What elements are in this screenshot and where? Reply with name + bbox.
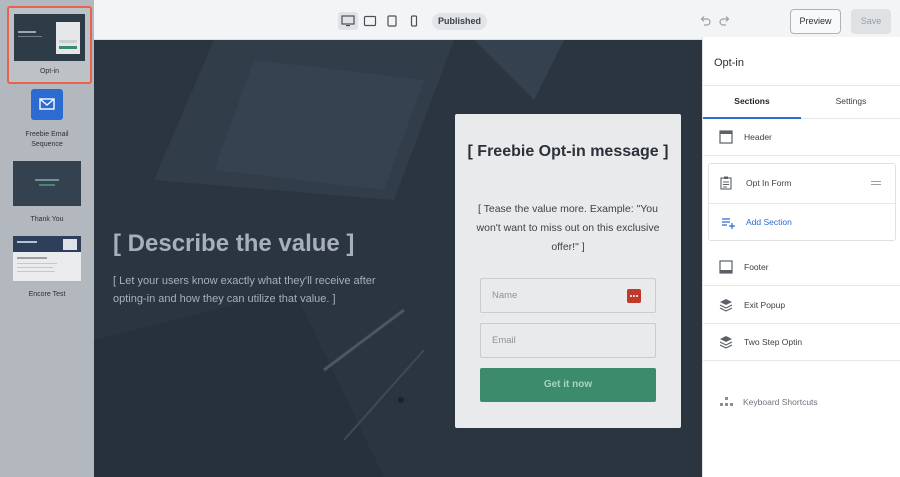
preview-button[interactable]: Preview <box>790 9 841 34</box>
desktop-view-button[interactable] <box>338 12 358 30</box>
section-label-two-step-optin: Two Step Optin <box>744 337 803 347</box>
panel-tabs: Sections Settings <box>703 85 900 119</box>
save-button[interactable]: Save <box>851 9 891 34</box>
section-optin-form-group: Opt In Form Add Section <box>708 163 896 241</box>
tab-sections[interactable]: Sections <box>703 86 801 119</box>
hero-headline[interactable]: [ Describe the value ] <box>113 230 354 258</box>
step-thumbnail-opt-in <box>14 14 85 61</box>
redo-icon <box>719 16 730 26</box>
step-label-freebie-email: Freebie Email Sequence <box>25 131 69 148</box>
section-optin-form[interactable]: Opt In Form <box>709 164 895 202</box>
password-manager-icon[interactable] <box>627 289 641 303</box>
status-badge: Published <box>432 13 488 30</box>
envelope-icon <box>39 98 55 110</box>
mobile-icon <box>410 15 418 27</box>
tablet-icon <box>387 15 397 27</box>
step-label-thank-you: Thank You <box>30 216 64 223</box>
tab-settings[interactable]: Settings <box>802 86 900 119</box>
optin-form-card[interactable]: [ Freebie Opt-in message ] [ Tease the v… <box>455 114 681 428</box>
section-exit-popup[interactable]: Exit Popup <box>703 287 900 324</box>
section-label-header: Header <box>744 132 772 142</box>
form-tease-text[interactable]: [ Tease the value more. Example: "You wo… <box>465 200 671 257</box>
hero-subtext[interactable]: [ Let your users know exactly what they'… <box>113 272 398 308</box>
funnel-steps-sidebar: Opt-in Freebie Email Sequence Thank You <box>0 0 94 477</box>
section-label-optin-form: Opt In Form <box>746 178 792 188</box>
editor-toolbar <box>94 0 900 40</box>
step-label-opt-in: Opt-in <box>39 68 60 75</box>
sections-panel: Opt-in Sections Settings Header Opt In F… <box>702 37 900 477</box>
section-footer[interactable]: Footer <box>703 249 900 286</box>
add-list-icon <box>722 218 735 229</box>
keyboard-shortcuts-link[interactable]: Keyboard Shortcuts <box>720 397 818 407</box>
clipboard-icon <box>720 176 732 190</box>
keyboard-icon <box>720 397 733 406</box>
email-field[interactable]: Email <box>480 323 656 358</box>
get-it-now-button[interactable]: Get it now <box>480 368 656 402</box>
device-switcher <box>338 12 424 30</box>
step-thumbnail-thank-you[interactable] <box>13 161 81 206</box>
panel-title: Opt-in <box>714 57 744 69</box>
step-thumbnail-encore-test[interactable] <box>13 236 81 281</box>
undo-icon <box>700 16 711 26</box>
form-headline[interactable]: [ Freebie Opt-in message ] <box>465 141 671 163</box>
header-section-icon <box>719 130 733 144</box>
footer-section-icon <box>719 260 733 274</box>
add-section-button[interactable]: Add Section <box>709 203 895 241</box>
layers-icon <box>719 336 733 349</box>
step-opt-in[interactable]: Opt-in <box>7 6 92 84</box>
step-thank-you[interactable]: Thank You <box>0 215 94 225</box>
tablet-landscape-view-button[interactable] <box>360 12 380 30</box>
step-encore-test[interactable]: Encore Test <box>0 290 94 300</box>
mobile-view-button[interactable] <box>404 12 424 30</box>
email-placeholder: Email <box>492 335 516 346</box>
layers-icon <box>719 299 733 312</box>
step-freebie-email[interactable]: Freebie Email Sequence <box>0 130 94 150</box>
section-header[interactable]: Header <box>703 119 900 156</box>
desktop-icon <box>341 15 355 27</box>
redo-button[interactable] <box>719 14 731 32</box>
undo-button[interactable] <box>699 14 711 32</box>
section-label-footer: Footer <box>744 262 769 272</box>
page-canvas[interactable]: [ Describe the value ] [ Let your users … <box>94 40 702 477</box>
drag-handle-icon[interactable] <box>871 181 881 185</box>
add-section-label: Add Section <box>746 217 792 227</box>
keyboard-shortcuts-label: Keyboard Shortcuts <box>743 397 818 407</box>
section-two-step-optin[interactable]: Two Step Optin <box>703 324 900 361</box>
tablet-view-button[interactable] <box>382 12 402 30</box>
tablet-landscape-icon <box>363 15 377 27</box>
section-label-exit-popup: Exit Popup <box>744 300 786 310</box>
name-field[interactable]: Name <box>480 278 656 313</box>
name-placeholder: Name <box>492 290 518 301</box>
step-icon-email[interactable] <box>31 89 63 120</box>
step-label-encore-test: Encore Test <box>28 291 66 298</box>
